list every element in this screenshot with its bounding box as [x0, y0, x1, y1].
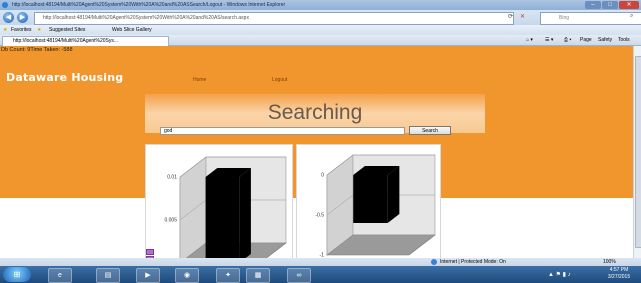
status-bar: Internet | Protected Mode: On 100% — [0, 258, 641, 266]
media-player-taskbar-icon[interactable]: ▶ — [136, 268, 160, 283]
bar — [353, 175, 388, 223]
clock-date: 3/27/2015 — [607, 274, 631, 280]
tab-bar: http://localhost:48194/Multi%20Agent%20S… — [0, 35, 641, 47]
tools-menu[interactable]: Tools — [618, 35, 630, 46]
bar-side — [239, 168, 251, 258]
refresh-icon[interactable]: ⟳ — [508, 13, 513, 20]
y-tick-label: 0.005 — [164, 218, 177, 224]
explorer-taskbar-icon[interactable]: ▤ — [96, 268, 120, 283]
search-button[interactable]: Search — [409, 126, 451, 135]
windows-taskbar: ⊞ e ▤ ▶ ◉ ✦ ▦ ∞ ▲ ⚑ ▮ ♪ 4:57 PM 3/27/201… — [0, 266, 641, 283]
response-time-chart: 0-0.5-1ResponceTime — [296, 144, 441, 258]
add-favorite-icon[interactable]: ★ — [37, 25, 41, 35]
system-tray[interactable]: ▲ ⚑ ▮ ♪ — [548, 271, 571, 278]
nav-home-link[interactable]: Home — [193, 77, 206, 83]
ie-logo-icon — [2, 2, 8, 8]
y-tick-label: -0.5 — [315, 213, 324, 219]
response-time-chart-svg: 0-0.5-1ResponceTime — [315, 154, 436, 258]
feeds-icon[interactable]: ☰ ▾ — [545, 35, 553, 46]
site-brand: Dataware Housing — [6, 71, 124, 84]
safety-menu[interactable]: Safety — [598, 35, 612, 46]
search-input[interactable]: god — [160, 127, 405, 135]
web-slice-gallery-link[interactable]: Web Slice Gallery — [112, 25, 152, 35]
suggested-sites-link[interactable]: Suggested Sites — [49, 25, 85, 35]
visual-studio-taskbar-icon[interactable]: ▦ — [246, 268, 270, 283]
ie-taskbar-icon[interactable]: e — [48, 268, 72, 283]
search-icon[interactable]: ⌕ — [630, 13, 633, 20]
star-icon: ★ — [3, 27, 8, 33]
home-icon[interactable]: ⌂ ▾ — [526, 35, 533, 46]
favorites-button[interactable]: Favorites — [11, 25, 32, 35]
taskbar-clock[interactable]: 4:57 PM 3/27/2015 — [600, 267, 638, 281]
finder-chart: 0.010.0050Finder — [145, 144, 293, 258]
window-title-bar: http://localhost:48194/Multi%20Agent%20S… — [0, 0, 641, 10]
web-page: Db Count: 9Time Taken: -588 Dataware Hou… — [0, 46, 633, 258]
close-window-button[interactable]: ✕ — [619, 1, 639, 9]
start-button[interactable]: ⊞ — [3, 267, 31, 282]
tab-label: http://localhost:48194/Multi%20Agent%20S… — [13, 38, 119, 44]
page-title: Searching — [267, 101, 363, 124]
minimize-button[interactable]: – — [585, 1, 601, 9]
favorites-bar: ★ Favorites ★ Suggested Sites Web Slice … — [0, 25, 641, 35]
scroll-thumb[interactable] — [635, 56, 641, 248]
chat-taskbar-icon[interactable]: ∞ — [287, 268, 311, 283]
back-button[interactable]: ◀ — [3, 12, 14, 23]
search-engine-field[interactable]: Bing — [540, 12, 641, 25]
chrome-taskbar-icon[interactable]: ◉ — [175, 268, 199, 283]
broken-image-icon — [146, 249, 154, 255]
zoom-level[interactable]: 100% — [603, 258, 616, 266]
url-field[interactable]: http://localhost:48194/Multi%20Agent%20S… — [34, 12, 514, 25]
y-tick-label: 0 — [321, 173, 324, 179]
print-icon[interactable]: ⎙ ▾ — [564, 35, 572, 46]
chart-side-wall — [179, 156, 207, 258]
vertical-scrollbar[interactable] — [633, 46, 641, 258]
address-bar: ◀ ▶ http://localhost:48194/Multi%20Agent… — [0, 10, 641, 25]
window-title: http://localhost:48194/Multi%20Agent%20S… — [12, 2, 286, 8]
page-menu[interactable]: Page — [580, 35, 592, 46]
forward-button[interactable]: ▶ — [17, 12, 28, 23]
bar — [205, 177, 240, 258]
clock-time: 4:57 PM — [609, 267, 629, 273]
y-tick-label: 0.01 — [167, 175, 177, 181]
db-status-text: Db Count: 9Time Taken: -588 — [1, 47, 73, 53]
nav-logout-link[interactable]: Logout — [272, 77, 287, 83]
stop-icon[interactable]: ✕ — [520, 13, 525, 20]
app-taskbar-icon[interactable]: ✦ — [216, 268, 240, 283]
finder-chart-svg: 0.010.0050Finder — [164, 156, 287, 258]
globe-icon — [431, 259, 437, 265]
maximize-button[interactable]: □ — [602, 1, 618, 9]
bar-side — [387, 166, 400, 223]
security-zone-text: Internet | Protected Mode: On — [440, 259, 506, 265]
